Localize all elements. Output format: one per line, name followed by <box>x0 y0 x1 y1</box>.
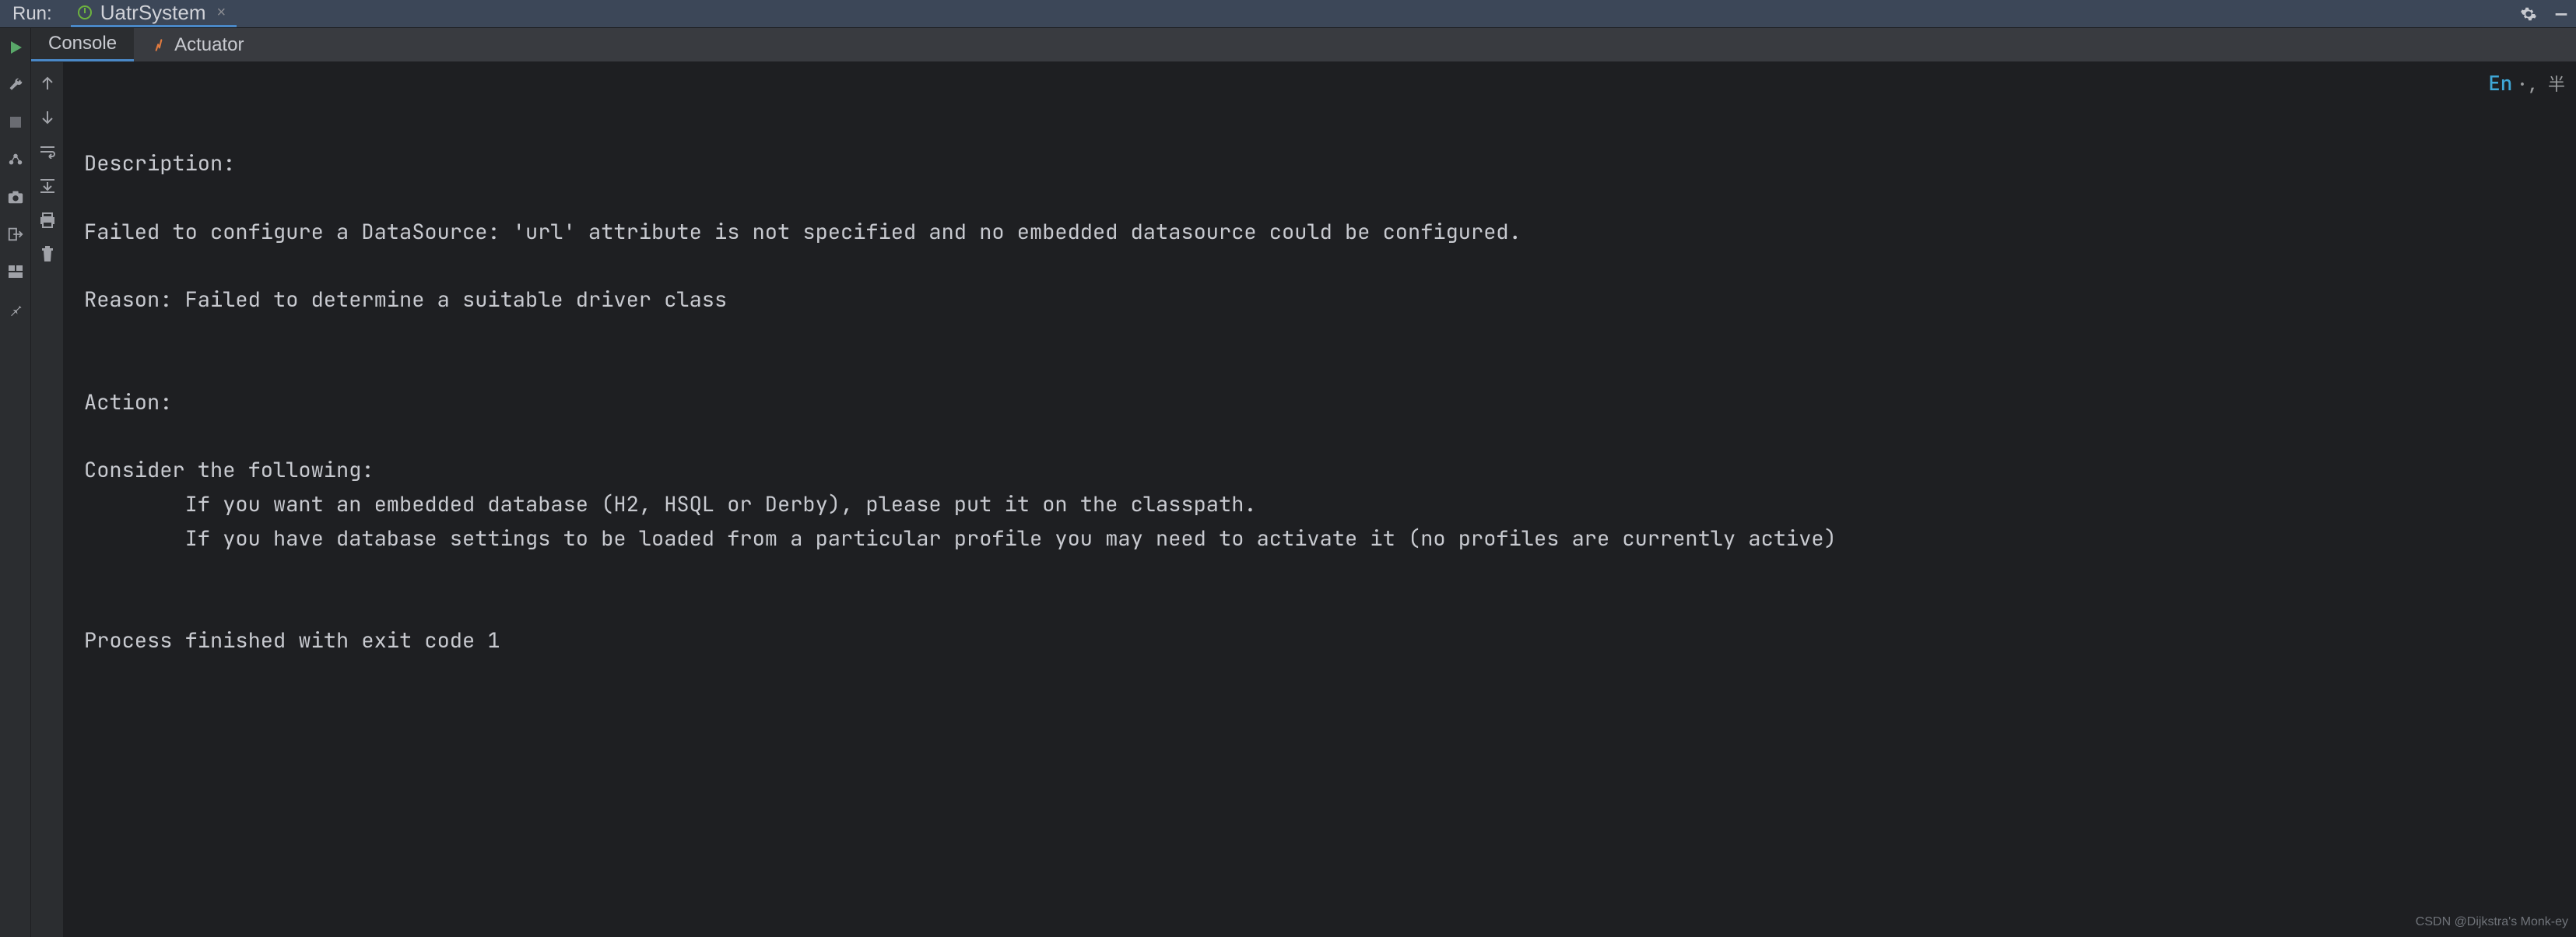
exit-icon[interactable] <box>5 224 26 244</box>
output-tabs: Console Actuator <box>31 28 2576 62</box>
print-icon[interactable] <box>37 210 58 230</box>
watermark: CSDN @Dijkstra's Monk-ey <box>2416 912 2568 932</box>
up-arrow-icon[interactable] <box>37 73 58 93</box>
run-config-tab[interactable]: UatrSystem × <box>71 0 237 27</box>
run-side-toolbar <box>0 28 31 937</box>
tab-actuator[interactable]: Actuator <box>134 28 261 61</box>
soft-wrap-icon[interactable] <box>37 142 58 162</box>
layout-icon[interactable] <box>5 261 26 282</box>
minimize-icon[interactable] <box>2553 5 2570 23</box>
pin-icon[interactable] <box>5 299 26 319</box>
spring-boot-icon <box>77 5 93 20</box>
dump-threads-icon[interactable] <box>5 149 26 170</box>
tab-actuator-label: Actuator <box>174 34 244 56</box>
stop-icon[interactable] <box>5 112 26 132</box>
actuator-icon <box>151 37 167 53</box>
ime-indicator: En·, 半 <box>2488 67 2565 100</box>
console-output[interactable]: En·, 半 Description: Failed to configure … <box>64 62 2576 937</box>
run-tool-header: Run: UatrSystem × <box>0 0 2576 28</box>
tab-console[interactable]: Console <box>31 28 134 61</box>
console-toolbar <box>31 62 64 937</box>
gear-icon[interactable] <box>2520 5 2537 23</box>
camera-icon[interactable] <box>5 187 26 207</box>
trash-icon[interactable] <box>37 244 58 265</box>
tab-console-label: Console <box>48 33 117 54</box>
rerun-icon[interactable] <box>5 37 26 58</box>
down-arrow-icon[interactable] <box>37 107 58 128</box>
wrench-icon[interactable] <box>5 75 26 95</box>
run-config-name: UatrSystem <box>100 1 206 25</box>
scroll-to-end-icon[interactable] <box>37 176 58 196</box>
console-line: Description: Failed to configure a DataS… <box>84 147 2556 658</box>
close-icon[interactable]: × <box>217 4 226 22</box>
run-label: Run: <box>6 3 58 25</box>
